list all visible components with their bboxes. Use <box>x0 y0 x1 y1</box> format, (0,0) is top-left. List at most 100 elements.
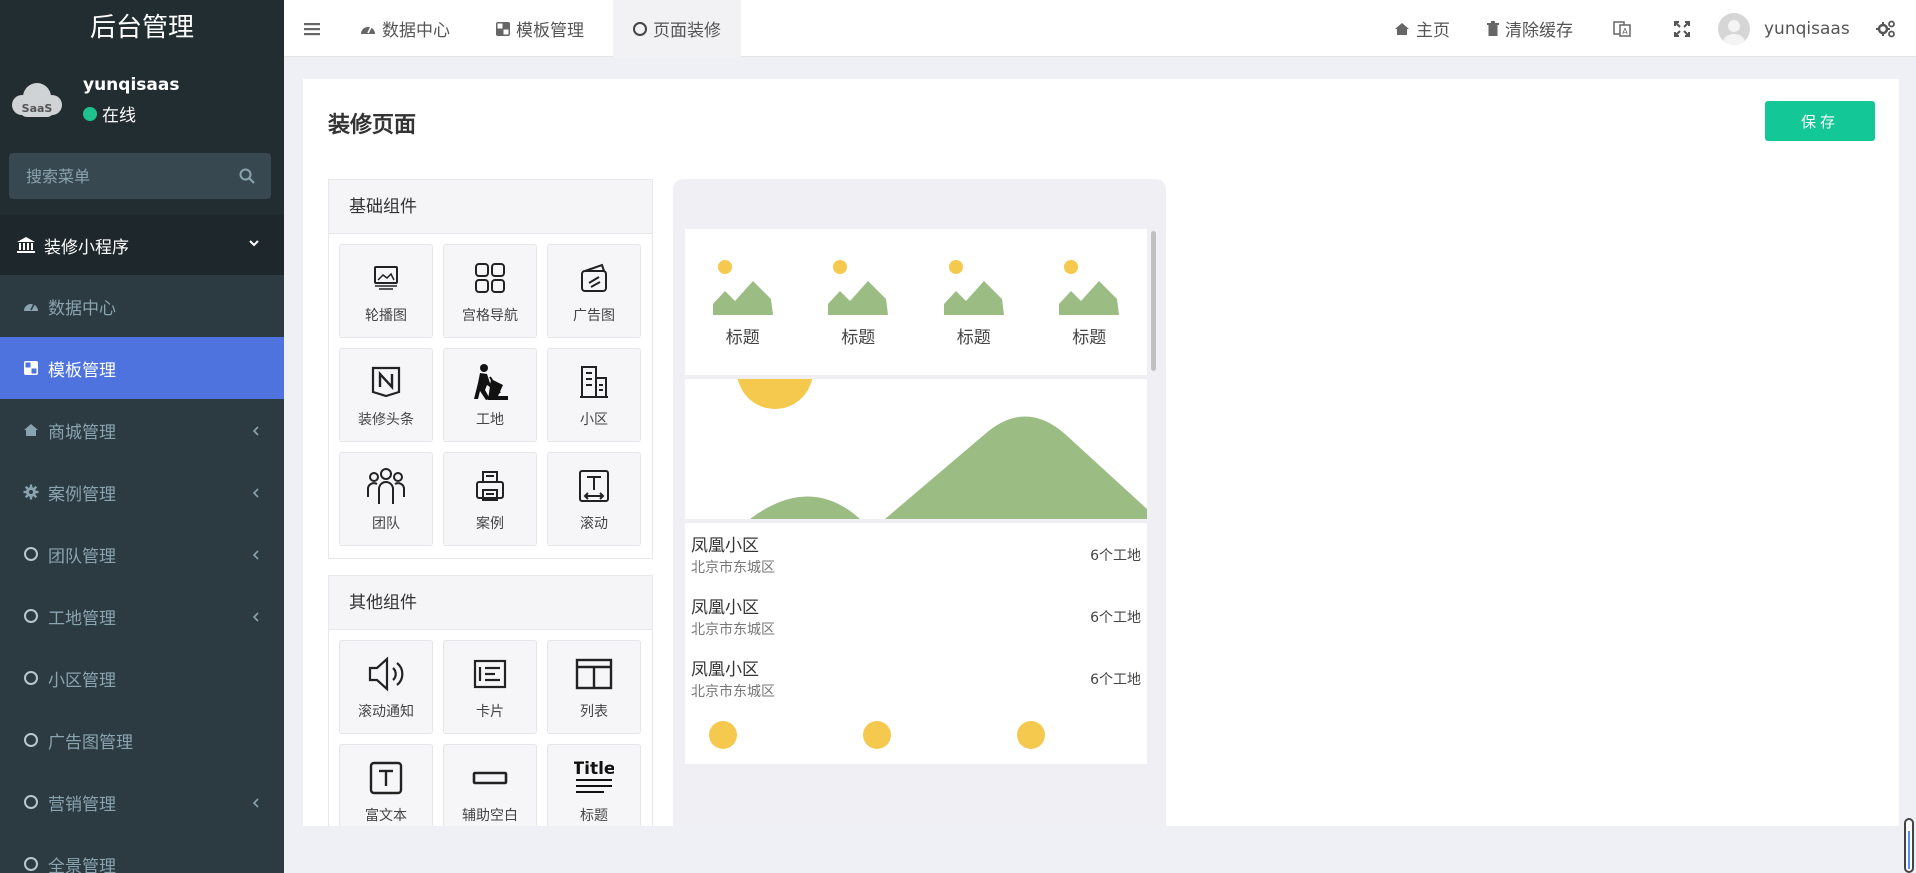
component-label: 列表 <box>580 704 608 720</box>
building-icon <box>578 361 610 403</box>
fullscreen-button[interactable] <box>1674 0 1696 57</box>
preview-scrollbar[interactable] <box>1151 231 1156 371</box>
component-scroll[interactable]: 滚动 <box>547 452 641 546</box>
preview-banner[interactable] <box>685 379 1147 519</box>
component-grid-nav[interactable]: 宫格导航 <box>443 244 537 338</box>
construction-worker-icon <box>470 361 510 403</box>
tab-page-decoration[interactable]: 页面装修 <box>613 0 741 57</box>
list-item[interactable]: 凤凰小区 北京市东城区 6个工地 <box>685 585 1147 647</box>
community-name: 凤凰小区 <box>691 536 759 556</box>
language-toggle-button[interactable]: A <box>1613 0 1637 57</box>
svg-text:A: A <box>1622 27 1628 36</box>
online-status-label: 在线 <box>102 106 136 126</box>
other-components-grid: 滚动通知 卡片 列表 富文本 辅助空白 Title 标题 <box>329 630 652 850</box>
sidebar-item-community-management[interactable]: 小区管理 <box>0 647 284 709</box>
home-link[interactable]: 主页 <box>1394 0 1450 57</box>
clear-cache-button[interactable]: 清除缓存 <box>1487 0 1573 57</box>
sidebar-item-label: 全景管理 <box>48 856 116 873</box>
component-title[interactable]: Title 标题 <box>547 744 641 838</box>
component-notice[interactable]: 滚动通知 <box>339 640 433 734</box>
sidebar-item-label: 广告图管理 <box>48 732 133 753</box>
sidebar-item-template-management[interactable]: 模板管理 <box>0 337 284 399</box>
sidebar-toggle-button[interactable] <box>304 0 326 57</box>
preview-nav-item[interactable]: 标题 <box>942 259 1006 375</box>
search-icon[interactable] <box>239 168 255 184</box>
sidebar-item-ad-management[interactable]: 广告图管理 <box>0 709 284 771</box>
community-name: 凤凰小区 <box>691 660 759 680</box>
community-address: 北京市东城区 <box>691 560 775 576</box>
circle-icon <box>22 609 40 623</box>
sidebar-item-data-center[interactable]: 数据中心 <box>0 275 284 337</box>
online-status: 在线 <box>83 101 136 126</box>
component-label: 案例 <box>476 516 504 532</box>
component-label: 广告图 <box>573 308 615 324</box>
circle-icon <box>633 21 647 36</box>
component-list[interactable]: 列表 <box>547 640 641 734</box>
title-icon-text: Title <box>574 759 614 779</box>
hamburger-icon <box>304 22 320 35</box>
clear-cache-label: 清除缓存 <box>1505 21 1573 41</box>
home-label: 主页 <box>1416 21 1450 41</box>
component-headline[interactable]: 装修头条 <box>339 348 433 442</box>
sidebar-item-case-management[interactable]: 案例管理 <box>0 461 284 523</box>
circle-icon <box>22 671 40 685</box>
component-ad-image[interactable]: 广告图 <box>547 244 641 338</box>
preview-nav-item[interactable]: 标题 <box>711 259 775 375</box>
preview-nav-item[interactable]: 标题 <box>1057 259 1121 375</box>
component-case[interactable]: 案例 <box>443 452 537 546</box>
save-button[interactable]: 保存 <box>1765 101 1875 141</box>
community-name: 凤凰小区 <box>691 598 759 618</box>
sidebar-item-label: 工地管理 <box>48 608 116 629</box>
preview-canvas[interactable]: 标题 标题 标题 标题 凤凰小区 北京市东城区 6个工地 凤凰小区 北京市东城区… <box>685 229 1147 764</box>
component-rich-text[interactable]: 富文本 <box>339 744 433 838</box>
user-avatar <box>1718 12 1750 45</box>
list-item[interactable]: 凤凰小区 北京市东城区 6个工地 <box>685 523 1147 585</box>
menu-search-input[interactable] <box>9 153 219 199</box>
tab-data-center[interactable]: 数据中心 <box>360 0 450 57</box>
settings-button[interactable] <box>1876 0 1902 57</box>
circle-icon <box>22 857 40 871</box>
translate-icon: A <box>1613 20 1631 37</box>
component-carousel[interactable]: 轮播图 <box>339 244 433 338</box>
text-box-icon <box>369 757 403 799</box>
sidebar-item-site-management[interactable]: 工地管理 <box>0 585 284 647</box>
community-address: 北京市东城区 <box>691 684 775 700</box>
list-item[interactable]: 凤凰小区 北京市东城区 6个工地 <box>685 647 1147 709</box>
preview-nav-label: 标题 <box>956 328 991 348</box>
tab-template-management[interactable]: 模板管理 <box>496 0 584 57</box>
online-dot-icon <box>83 106 97 121</box>
sidebar-item-label: 商城管理 <box>48 422 116 443</box>
app-logo[interactable]: 后台管理 <box>0 0 284 57</box>
user-menu[interactable]: yunqisaas <box>1718 0 1850 57</box>
preview-nav-item[interactable]: 标题 <box>826 259 890 375</box>
top-navbar: 数据中心 模板管理 页面装修 主页 清除缓存 A yunqisaas <box>284 0 1916 57</box>
gear-icon <box>22 484 40 500</box>
sidebar-item-panorama-management[interactable]: 全景管理 <box>0 833 284 873</box>
site-count: 6个工地 <box>1090 548 1141 564</box>
menu-section-decorate-miniprogram[interactable]: 装修小程序 <box>0 215 284 275</box>
component-label: 宫格导航 <box>462 308 518 324</box>
component-community[interactable]: 小区 <box>547 348 641 442</box>
component-label: 滚动通知 <box>358 704 414 720</box>
sidebar-item-team-management[interactable]: 团队管理 <box>0 523 284 585</box>
image-placeholder-row <box>709 721 1045 749</box>
sidebar-item-label: 营销管理 <box>48 794 116 815</box>
component-card[interactable]: 卡片 <box>443 640 537 734</box>
layout-columns-icon <box>575 653 613 695</box>
sidebar-item-marketing-management[interactable]: 营销管理 <box>0 771 284 833</box>
page-scroll-indicator[interactable] <box>1904 818 1914 873</box>
component-spacer[interactable]: 辅助空白 <box>443 744 537 838</box>
menu-section-label: 装修小程序 <box>44 237 129 258</box>
component-construction-site[interactable]: 工地 <box>443 348 537 442</box>
ad-card-icon <box>578 257 610 299</box>
preview-image-row[interactable] <box>685 709 1147 764</box>
sidebar-item-label: 小区管理 <box>48 670 116 691</box>
preview-nav-label: 标题 <box>1072 328 1107 348</box>
sidebar-item-mall-management[interactable]: 商城管理 <box>0 399 284 461</box>
expand-icon <box>1674 20 1690 37</box>
chevron-down-icon <box>249 240 259 247</box>
preview-grid-nav[interactable]: 标题 标题 标题 标题 <box>685 229 1147 375</box>
component-team[interactable]: 团队 <box>339 452 433 546</box>
basic-components-grid: 轮播图 宫格导航 广告图 装修头条 工地 小区 团队 案例 滚动 <box>329 234 652 558</box>
team-icon <box>366 465 406 507</box>
